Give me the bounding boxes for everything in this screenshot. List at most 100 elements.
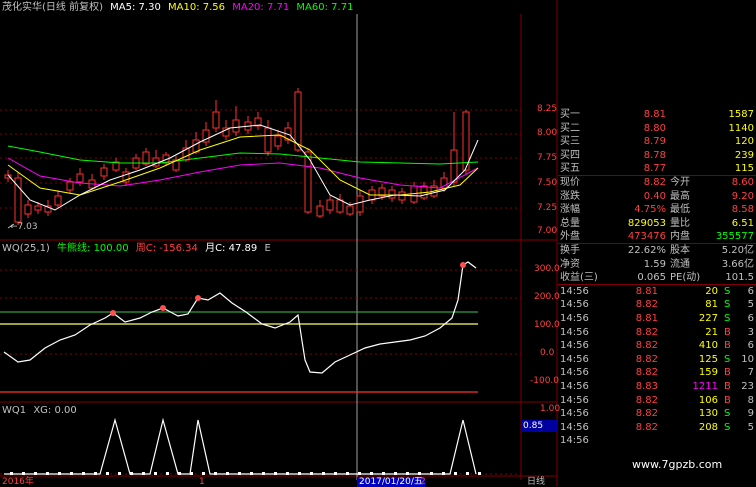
order-book-row[interactable]: 买五 8.77 115	[558, 162, 756, 176]
book-volume: 239	[734, 149, 754, 161]
wq1-dot	[34, 472, 37, 475]
wq-tick: -100.0	[530, 376, 560, 386]
wq1-dot	[70, 472, 73, 475]
book-label: 买二	[560, 122, 580, 134]
date-label-mid: 1	[199, 477, 205, 487]
stat-label: 外盘	[560, 231, 580, 243]
period-label[interactable]: 日线	[527, 477, 545, 487]
stat-row[interactable]: 总量 829053 量比 6.51	[558, 217, 756, 231]
wq1-dot	[322, 472, 325, 475]
stat-row[interactable]: 外盘 473476 内盘 355577	[558, 230, 756, 244]
book-volume: 120	[734, 136, 754, 148]
stat-value: 829053	[627, 217, 666, 229]
stat-row[interactable]: 涨跌 0.40 最高 9.20	[558, 190, 756, 204]
wq1-dot	[370, 472, 373, 475]
tick-count: 7	[747, 367, 754, 379]
tick-volume: 159	[698, 367, 718, 379]
wq1-dot	[94, 472, 97, 475]
wq1-dot	[166, 472, 169, 475]
trade-tick-row[interactable]: 14:56 8.82 410 B 6	[558, 339, 756, 353]
price-tick: 7.75	[537, 153, 558, 163]
wq1-dot	[334, 472, 337, 475]
wq1-line	[4, 417, 477, 475]
candle-up	[76, 173, 84, 183]
tick-price: 8.82	[635, 421, 658, 433]
wq1-value-marker: 0.85	[521, 420, 557, 432]
info-row[interactable]: 换手 22.62% 股本 5.20亿	[558, 244, 756, 258]
trade-tick-row[interactable]: 14:56 8.82 159 B 7	[558, 366, 756, 380]
tick-count: 3	[747, 326, 754, 338]
tick-volume: 106	[698, 394, 718, 406]
stat-row[interactable]: 现价 8.82 今开 8.60	[558, 176, 756, 190]
trade-tick-row[interactable]: 14:56 8.82 21 B 3	[558, 326, 756, 340]
wq1-dot	[454, 472, 457, 475]
info-label: PE(动)	[670, 272, 701, 284]
info-value: 1.59	[643, 258, 666, 270]
order-book-row[interactable]: 买一 8.81 1587	[558, 108, 756, 122]
ma60-line	[7, 145, 479, 165]
trade-tick-row[interactable]: 14:56 8.82 130 S 9	[558, 407, 756, 421]
tick-count: 10	[741, 353, 754, 365]
trade-tick-row[interactable]: 14:56 8.83 1211 B 23	[558, 380, 756, 394]
wq-tick: 300.0	[534, 264, 560, 274]
candle-up	[356, 195, 364, 213]
tick-count: 8	[747, 394, 754, 406]
candle-up	[450, 149, 458, 183]
stat-value: 6.51	[731, 217, 754, 229]
stat-row[interactable]: 涨幅 4.75% 最低 8.58	[558, 203, 756, 217]
order-book-row[interactable]: 买二 8.80 1140	[558, 122, 756, 136]
stat-label: 现价	[560, 177, 580, 188]
info-row[interactable]: 净资 1.59 流通 3.66亿	[558, 258, 756, 272]
book-volume: 1140	[728, 122, 754, 134]
stat-value: 8.82	[643, 177, 666, 188]
candle-up	[24, 204, 32, 215]
wq1-dot	[226, 472, 229, 475]
order-book-row[interactable]: 买四 8.78 239	[558, 149, 756, 163]
info-row[interactable]: 收益(三) 0.065 PE(动) 101.5	[558, 271, 756, 285]
trade-tick-row[interactable]: 14:56 8.82 125 S 10	[558, 353, 756, 367]
tick-volume: 410	[698, 340, 718, 352]
info-label: 净资	[560, 258, 580, 270]
trade-tick-row[interactable]: 14:56 8.82 106 B 8	[558, 394, 756, 408]
watermark: www.7gpzb.com	[632, 458, 723, 471]
tick-side: S	[724, 408, 731, 420]
wq1-dot	[346, 472, 349, 475]
wq1-dot	[190, 472, 193, 475]
info-label: 流通	[670, 258, 690, 270]
wq1-dot	[358, 472, 361, 475]
trade-tick-row[interactable]: 14:56 8.81 227 S 6	[558, 312, 756, 326]
wq1-dot	[382, 472, 385, 475]
candle-up	[232, 119, 240, 133]
wq1-dot	[262, 472, 265, 475]
wq-week-label: 周C: -156.34	[135, 243, 198, 254]
tick-volume: 130	[698, 408, 718, 420]
wq-tick: 200.0	[534, 292, 560, 302]
wq1-xg-label: XG: 0.00	[33, 405, 77, 416]
trade-tick-row[interactable]: 14:56 8.81 20 S 6	[558, 285, 756, 299]
stat-label: 涨跌	[560, 190, 580, 202]
trade-tick-row[interactable]: 14:56	[558, 434, 756, 448]
wq-extra-label: E	[264, 243, 271, 254]
wq1-dot	[466, 472, 469, 475]
info-value: 101.5	[725, 272, 754, 284]
date-cursor-label[interactable]: 2017/01/20/五	[357, 477, 425, 487]
date-label-end: 2	[420, 477, 426, 487]
tick-count: 6	[747, 285, 754, 297]
info-value: 0.065	[637, 272, 666, 284]
wq1-dot	[142, 472, 145, 475]
tick-count: 9	[747, 408, 754, 420]
stat-label: 今开	[670, 177, 690, 188]
stat-value: 355577	[715, 231, 754, 243]
candle-up	[398, 191, 406, 201]
tick-count: 23	[741, 381, 754, 392]
wq-line	[3, 261, 477, 374]
wq1-dot	[130, 472, 133, 475]
trade-tick-row[interactable]: 14:56 8.82 208 S 5	[558, 421, 756, 435]
candle-up	[336, 199, 344, 213]
order-book-row[interactable]: 买三 8.79 120	[558, 135, 756, 149]
tick-count: 5	[747, 299, 754, 311]
trade-tick-row[interactable]: 14:56 8.82 81 S 5	[558, 298, 756, 312]
wq1-dot	[22, 472, 25, 475]
tick-side: B	[724, 367, 731, 379]
tick-count: 5	[747, 421, 754, 433]
